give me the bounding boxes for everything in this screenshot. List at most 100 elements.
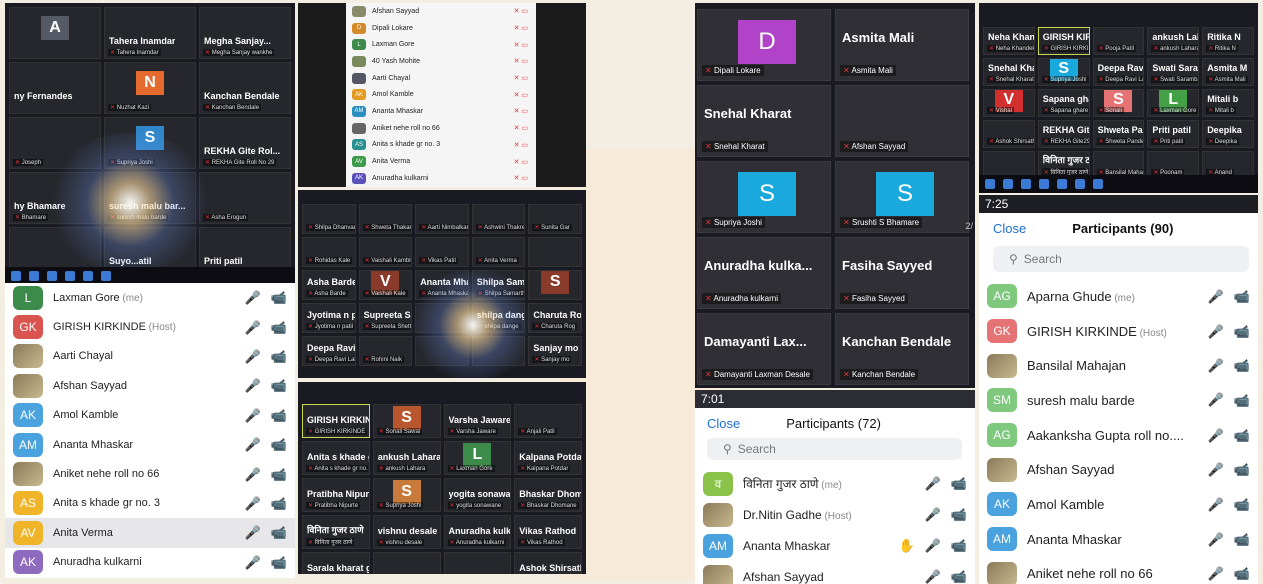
status-icons: 🎤 📹 — [245, 409, 287, 422]
avatar: AV — [13, 520, 43, 545]
tile-name: Ashok Shirsath — [519, 563, 582, 573]
status-icons: 🎤 📹 — [1208, 498, 1250, 511]
mic-off-icon: ✕ ▭ — [513, 58, 528, 66]
participant-row[interactable]: AG Aparna Ghude (me) 🎤 📹 — [979, 279, 1258, 314]
participant-row[interactable]: SM suresh malu barde 🎤 📹 — [979, 383, 1258, 418]
participant-row[interactable]: Aarti Chayal 🎤 📹 — [5, 342, 295, 371]
participant-row[interactable]: AM Ananta Mhaskar 🎤 📹 — [5, 430, 295, 459]
video-tile — [528, 237, 582, 267]
video-tile: Sanjay mo Sanjay mo — [528, 336, 582, 366]
video-tile: VVaishali Kale — [358, 270, 413, 300]
cam-off-icon: 📹 — [270, 348, 287, 364]
participant-name: Aparna Ghude (me) — [1027, 288, 1135, 304]
status-time: 7:01 — [701, 392, 725, 406]
list-item: AV Anita Verma ✕ ▭ — [346, 153, 536, 170]
mic-off-icon: ✕ ▭ — [513, 108, 528, 116]
video-tile: Pooja Patil — [1092, 27, 1145, 55]
participant-name: Aniket nehe roll no 66 — [53, 468, 160, 481]
participant-row[interactable]: AM Ananta Mhaskar 🎤 📹 — [979, 522, 1258, 557]
avatar: AG — [987, 423, 1017, 448]
tile-label: Kalpana Potdar — [518, 465, 571, 472]
video-tile: Bhaskar Dhoma... Bhaskar Dhomane — [514, 478, 582, 512]
participant-row[interactable]: Bansilal Mahajan 🎤 📹 — [979, 348, 1258, 383]
video-tile: Aniket nehe roll no 66 — [443, 552, 512, 574]
participant-row[interactable]: AV Anita Verma 🎤 📹 — [5, 518, 295, 548]
video-tile: A — [9, 7, 101, 59]
tile-name: yogita sonawane — [448, 489, 511, 499]
tile-name: Charuta Rog — [533, 310, 582, 320]
participant-row[interactable]: AS Anita s khade gr no. 3 🎤 📹 — [5, 489, 295, 518]
participant-row[interactable]: GK GIRISH KIRKINDE (Host) 🎤 📹 — [979, 314, 1258, 349]
video-tile: Anita s khade g... Anita s khade gr no. 3 — [302, 441, 370, 475]
participant-name: Aakanksha Gupta roll no.... — [1027, 427, 1184, 443]
participant-name: Ananta Mhaskar — [372, 107, 423, 115]
participant-row[interactable]: AK Amol Kamble 🎤 📹 — [979, 487, 1258, 522]
participant-row[interactable]: Afshan Sayyad 🎤 📹 — [695, 561, 975, 584]
cam-off-icon: 📹 — [270, 378, 287, 394]
participant-row[interactable]: Aniket nehe roll no 66 🎤 📹 — [979, 557, 1258, 584]
video-tile: REKHA Gite Rol... REKHA Gite Roll No 29 — [199, 117, 291, 169]
list-item: D Dipali Lokare ✕ ▭ — [346, 20, 536, 37]
status-icons: 🎤 📹 — [925, 569, 967, 584]
participant-row[interactable]: व विनिता गुजर ठाणे (me) 🎤 📹 — [695, 468, 975, 499]
tile-name: REKHA Gite Rol... — [204, 146, 281, 156]
tile-label: vishnu desale — [376, 539, 425, 546]
video-tile: Rohini Naik — [358, 336, 413, 366]
participant-name: Dr.Nitin Gadhe (Host) — [743, 507, 852, 522]
participant-row[interactable]: Aniket nehe roll no 66 🎤 📹 — [5, 459, 295, 488]
mic-off-icon: 🎤 — [244, 437, 261, 453]
search-input[interactable]: ⚲ Search — [707, 438, 962, 460]
participant-name: Amol Kamble — [1027, 496, 1105, 512]
mic-off-icon: 🎤 — [924, 476, 941, 491]
participant-row[interactable]: Afshan Sayyad 🎤 📹 — [5, 371, 295, 400]
search-input[interactable]: ⚲ Search — [993, 246, 1249, 272]
list-item: L Laxman Gore ✕ ▭ — [346, 36, 536, 53]
close-button[interactable]: Close — [993, 221, 1026, 236]
tile-name: GIRISH KIRKINDE — [307, 415, 369, 425]
avatar — [987, 561, 1017, 584]
tile-label: Ritika N — [1206, 45, 1238, 52]
participant-row[interactable]: AK Anuradha kulkarni 🎤 📹 — [5, 548, 295, 577]
tile-label: Megha Sanjay wankhe — [203, 49, 275, 56]
tile-label: Sunita Gar — [532, 224, 572, 231]
participant-name: Afshan Sayyad — [743, 569, 824, 584]
avatar: AM — [352, 105, 366, 117]
close-button[interactable]: Close — [707, 416, 740, 431]
video-tile: Asmita Mali Asmita Mali — [835, 9, 969, 81]
video-tile: Anjali Patil — [514, 404, 582, 438]
participant-row[interactable]: AG Aakanksha Gupta roll no.... 🎤 📹 — [979, 418, 1258, 453]
cam-off-icon: 📹 — [270, 554, 287, 570]
gallery-screenshot-6: DDipali Lokare Asmita Mali Asmita Mali Sneh… — [695, 3, 975, 388]
avatar: L — [463, 442, 492, 467]
tile-name: Asmita M — [1207, 63, 1248, 73]
participants-screenshot-7: 7:01 Close Participants (72) ⚲ Search व वि… — [695, 390, 975, 584]
status-icons: 🎤 📹 — [1208, 567, 1250, 580]
avatar: AS — [13, 491, 43, 516]
participant-row[interactable]: GK GIRISH KIRKINDE (Host) 🎤 📹 — [5, 312, 295, 341]
participant-name: 40 Yash Mohite — [372, 57, 420, 65]
video-tile: Neha Khandekar Neha Khandekar — [983, 27, 1035, 55]
tile-label: Asmita Mali — [840, 65, 896, 76]
tile-label: Aarti Nimbalkar — [419, 224, 468, 231]
participant-row[interactable]: Afshan Sayyad 🎤 📹 — [979, 452, 1258, 487]
tile-name: ny Fernandes — [14, 91, 73, 101]
tile-name: Anuradha kulka... — [448, 526, 511, 536]
cam-off-icon: 📹 — [1233, 392, 1250, 408]
list-item: 40 Yash Mohite ✕ ▭ — [346, 53, 536, 70]
participant-name: Bansilal Mahajan — [1027, 358, 1127, 374]
hand-icon: ✋ — [898, 538, 915, 553]
tile-name: Damayanti Lax... — [704, 334, 807, 349]
mic-off-icon: 🎤 — [244, 466, 261, 482]
participant-row[interactable]: Dr.Nitin Gadhe (Host) 🎤 📹 — [695, 499, 975, 530]
video-tile: Anuradha kulka... Anuradha kulkarni — [697, 237, 831, 309]
participant-row[interactable]: AM Ananta Mhaskar ✋ 🎤 📹 — [695, 530, 975, 561]
participant-row[interactable]: L Laxman Gore (me) 🎤 📹 — [5, 283, 295, 312]
participant-row[interactable]: AK Amol Kamble 🎤 📹 — [5, 401, 295, 430]
video-tile: Tahera Inamdar Tahera Inamdar — [104, 7, 196, 59]
avatar: N — [136, 71, 164, 95]
avatar — [13, 462, 43, 487]
cam-off-icon: 📹 — [270, 495, 287, 511]
video-tile: REKHA Gite29 REKHA Gite29 — [1037, 120, 1090, 148]
video-tile: Aarti Nimbalkar — [415, 204, 469, 234]
avatar — [352, 72, 366, 84]
